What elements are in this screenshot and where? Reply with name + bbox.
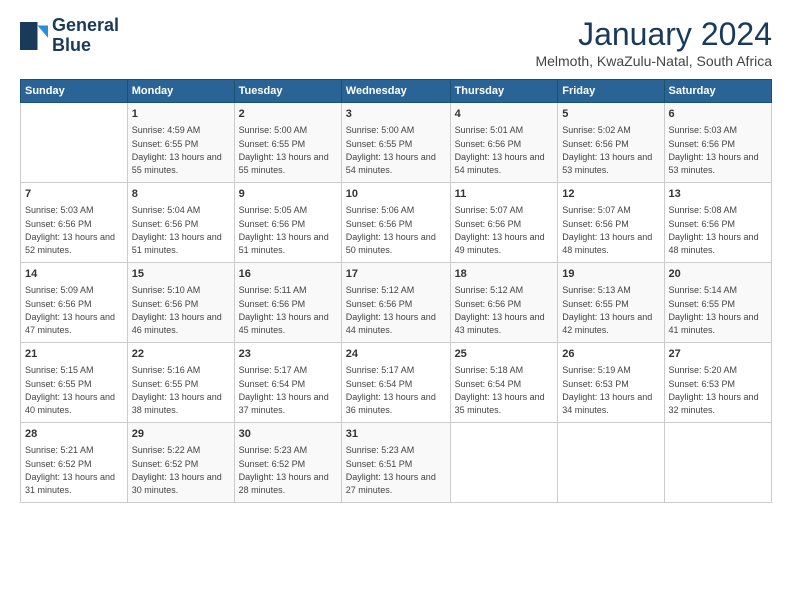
cell-w3-d2: 15Sunrise: 5:10 AMSunset: 6:56 PMDayligh… [127, 263, 234, 343]
cell-w5-d3: 30Sunrise: 5:23 AMSunset: 6:52 PMDayligh… [234, 423, 341, 503]
logo: General Blue [20, 16, 119, 56]
cell-w3-d7: 20Sunrise: 5:14 AMSunset: 6:55 PMDayligh… [664, 263, 771, 343]
cell-w5-d7 [664, 423, 771, 503]
location: Melmoth, KwaZulu-Natal, South Africa [535, 53, 772, 69]
cell-w2-d7: 13Sunrise: 5:08 AMSunset: 6:56 PMDayligh… [664, 183, 771, 263]
cell-w2-d3: 9Sunrise: 5:05 AMSunset: 6:56 PMDaylight… [234, 183, 341, 263]
col-monday: Monday [127, 80, 234, 103]
week-row-4: 21Sunrise: 5:15 AMSunset: 6:55 PMDayligh… [21, 343, 772, 423]
cell-w4-d2: 22Sunrise: 5:16 AMSunset: 6:55 PMDayligh… [127, 343, 234, 423]
week-row-5: 28Sunrise: 5:21 AMSunset: 6:52 PMDayligh… [21, 423, 772, 503]
cell-w1-d1 [21, 103, 128, 183]
cell-w1-d3: 2Sunrise: 5:00 AMSunset: 6:55 PMDaylight… [234, 103, 341, 183]
cell-w3-d3: 16Sunrise: 5:11 AMSunset: 6:56 PMDayligh… [234, 263, 341, 343]
col-sunday: Sunday [21, 80, 128, 103]
cell-w4-d4: 24Sunrise: 5:17 AMSunset: 6:54 PMDayligh… [341, 343, 450, 423]
col-wednesday: Wednesday [341, 80, 450, 103]
cell-w2-d1: 7Sunrise: 5:03 AMSunset: 6:56 PMDaylight… [21, 183, 128, 263]
cell-w5-d1: 28Sunrise: 5:21 AMSunset: 6:52 PMDayligh… [21, 423, 128, 503]
cell-w1-d7: 6Sunrise: 5:03 AMSunset: 6:56 PMDaylight… [664, 103, 771, 183]
week-row-1: 1Sunrise: 4:59 AMSunset: 6:55 PMDaylight… [21, 103, 772, 183]
col-tuesday: Tuesday [234, 80, 341, 103]
cell-w1-d5: 4Sunrise: 5:01 AMSunset: 6:56 PMDaylight… [450, 103, 558, 183]
col-saturday: Saturday [664, 80, 771, 103]
month-title: January 2024 [535, 16, 772, 53]
logo-line2: Blue [52, 36, 119, 56]
col-friday: Friday [558, 80, 664, 103]
calendar-page: General Blue January 2024 Melmoth, KwaZu… [0, 0, 792, 612]
col-thursday: Thursday [450, 80, 558, 103]
cell-w3-d4: 17Sunrise: 5:12 AMSunset: 6:56 PMDayligh… [341, 263, 450, 343]
cell-w3-d6: 19Sunrise: 5:13 AMSunset: 6:55 PMDayligh… [558, 263, 664, 343]
logo-line1: General [52, 16, 119, 36]
calendar-table: Sunday Monday Tuesday Wednesday Thursday… [20, 79, 772, 503]
week-row-3: 14Sunrise: 5:09 AMSunset: 6:56 PMDayligh… [21, 263, 772, 343]
cell-w2-d5: 11Sunrise: 5:07 AMSunset: 6:56 PMDayligh… [450, 183, 558, 263]
cell-w4-d5: 25Sunrise: 5:18 AMSunset: 6:54 PMDayligh… [450, 343, 558, 423]
cell-w3-d5: 18Sunrise: 5:12 AMSunset: 6:56 PMDayligh… [450, 263, 558, 343]
cell-w1-d4: 3Sunrise: 5:00 AMSunset: 6:55 PMDaylight… [341, 103, 450, 183]
cell-w2-d4: 10Sunrise: 5:06 AMSunset: 6:56 PMDayligh… [341, 183, 450, 263]
cell-w5-d4: 31Sunrise: 5:23 AMSunset: 6:51 PMDayligh… [341, 423, 450, 503]
cell-w2-d2: 8Sunrise: 5:04 AMSunset: 6:56 PMDaylight… [127, 183, 234, 263]
cell-w4-d3: 23Sunrise: 5:17 AMSunset: 6:54 PMDayligh… [234, 343, 341, 423]
header-row: Sunday Monday Tuesday Wednesday Thursday… [21, 80, 772, 103]
cell-w1-d2: 1Sunrise: 4:59 AMSunset: 6:55 PMDaylight… [127, 103, 234, 183]
week-row-2: 7Sunrise: 5:03 AMSunset: 6:56 PMDaylight… [21, 183, 772, 263]
cell-w1-d6: 5Sunrise: 5:02 AMSunset: 6:56 PMDaylight… [558, 103, 664, 183]
cell-w5-d2: 29Sunrise: 5:22 AMSunset: 6:52 PMDayligh… [127, 423, 234, 503]
cell-w3-d1: 14Sunrise: 5:09 AMSunset: 6:56 PMDayligh… [21, 263, 128, 343]
cell-w2-d6: 12Sunrise: 5:07 AMSunset: 6:56 PMDayligh… [558, 183, 664, 263]
cell-w4-d7: 27Sunrise: 5:20 AMSunset: 6:53 PMDayligh… [664, 343, 771, 423]
header: General Blue January 2024 Melmoth, KwaZu… [20, 16, 772, 69]
cell-w5-d6 [558, 423, 664, 503]
logo-icon [20, 22, 48, 50]
cell-w4-d6: 26Sunrise: 5:19 AMSunset: 6:53 PMDayligh… [558, 343, 664, 423]
title-block: January 2024 Melmoth, KwaZulu-Natal, Sou… [535, 16, 772, 69]
cell-w4-d1: 21Sunrise: 5:15 AMSunset: 6:55 PMDayligh… [21, 343, 128, 423]
cell-w5-d5 [450, 423, 558, 503]
